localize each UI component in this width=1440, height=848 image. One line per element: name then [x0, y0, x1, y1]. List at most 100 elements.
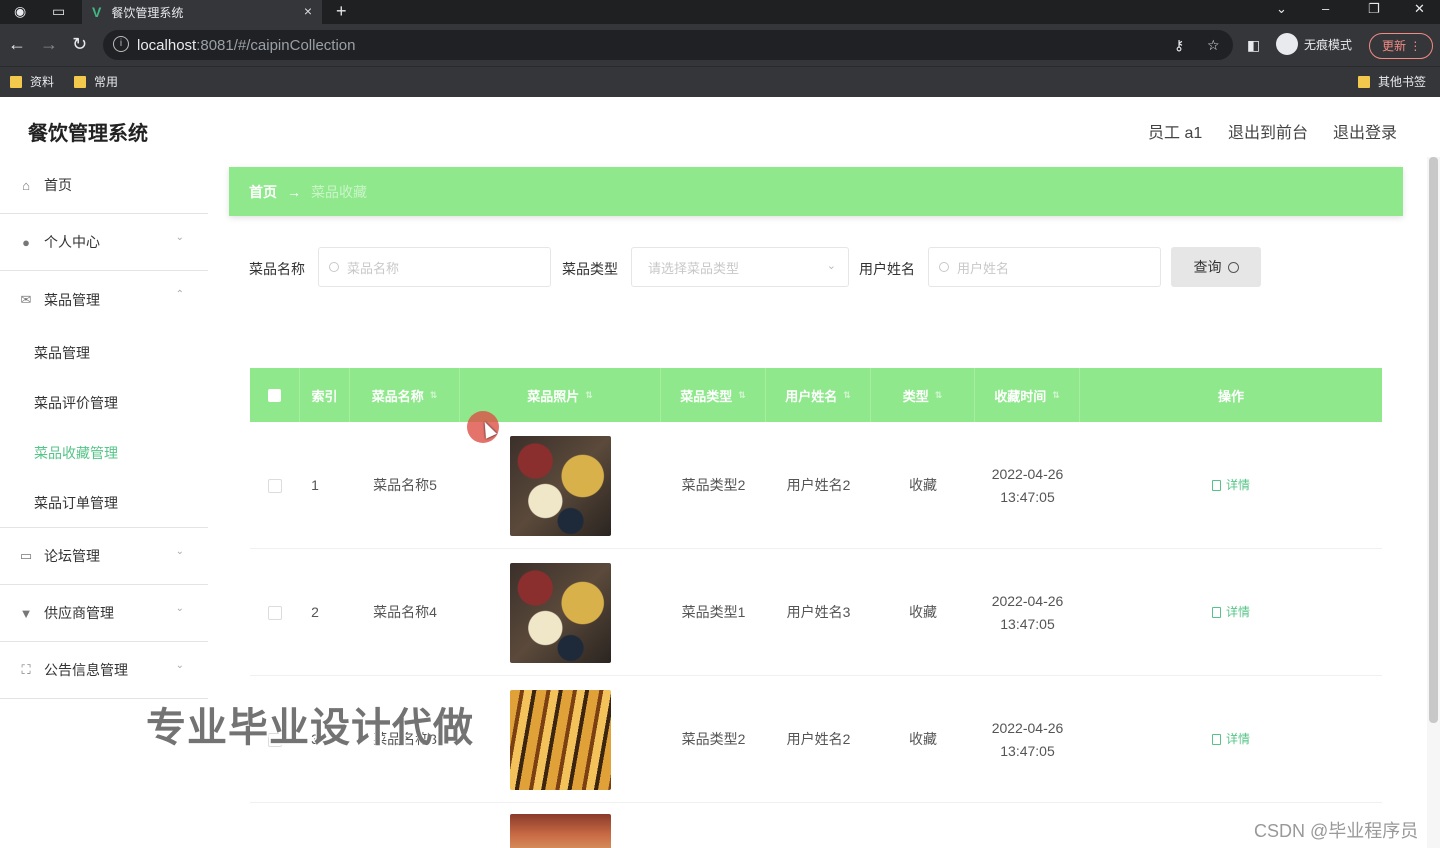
row-checkbox[interactable] [268, 605, 282, 620]
sidebar-sub-collection[interactable]: 菜品收藏管理 [0, 428, 208, 478]
forward-icon[interactable]: → [40, 35, 58, 53]
row-kind: 收藏 [909, 604, 937, 620]
col-action: 操作 [1217, 388, 1244, 404]
bookmarks-bar: 资料 常用 其他书签 [0, 66, 1440, 97]
sort-icon[interactable]: ⇅ [1052, 390, 1060, 401]
tab-title: 餐饮管理系统 [111, 5, 184, 20]
row-name: 菜品名称4 [373, 604, 437, 620]
chevron-up-icon: ⌃ [175, 289, 184, 300]
bookmark-folder-2[interactable]: 常用 [74, 73, 118, 90]
new-tab-button[interactable]: + [336, 0, 347, 22]
detail-button[interactable]: 详情 [1211, 474, 1250, 497]
home-icon: ⌂ [22, 177, 30, 193]
sidebar-item-personal[interactable]: ● 个人中心 ⌄ [0, 214, 208, 271]
type-filter-label: 菜品类型 [562, 261, 618, 277]
row-type: 菜品类型1 [681, 604, 746, 620]
scroll-thumb[interactable] [1429, 157, 1438, 723]
page: 餐饮管理系统 员工 a1 退出到前台 退出登录 ⌂ 首页 ● 个人中心 ⌄ ✉ 菜品管… [0, 97, 1440, 848]
user-filter-label: 用户姓名 [859, 261, 915, 277]
row-user: 用户姓名2 [786, 477, 851, 493]
sidebar: ⌂ 首页 ● 个人中心 ⌄ ✉ 菜品管理 ⌃ 菜品管理 菜品评价管理 菜品收藏管理 菜… [0, 157, 208, 699]
info-icon[interactable]: i [113, 36, 129, 52]
chevron-down-icon: ⌄ [175, 546, 184, 557]
reload-icon[interactable]: ↻ [72, 35, 87, 53]
row-kind: 收藏 [909, 731, 937, 747]
tab-search-icon[interactable]: ▭ [52, 3, 65, 20]
row-time: 2022-04-26 13:47:05 [991, 719, 1064, 759]
close-icon[interactable]: × [304, 3, 312, 19]
col-time[interactable]: 收藏时间 ⇅ [975, 368, 1080, 422]
checkbox[interactable] [268, 388, 281, 402]
url-field[interactable]: i localhost:8081/#/caipinCollection [103, 30, 1233, 60]
document-icon [1211, 734, 1221, 745]
type-select[interactable]: 请选择菜品类型 ⌄ [631, 247, 849, 287]
breadcrumb-home[interactable]: 首页 [249, 182, 277, 202]
sidebar-item-supplier[interactable]: ▼ 供应商管理 ⌄ [0, 585, 208, 642]
row-time: 2022-04-26 13:47:05 [991, 592, 1064, 632]
other-bookmarks[interactable]: 其他书签 [1358, 73, 1426, 90]
sidepanel-icon[interactable]: ◧ [1247, 37, 1260, 54]
search-icon [939, 262, 949, 272]
sort-icon[interactable]: ⇅ [738, 390, 746, 401]
mail-icon: ✉ [20, 291, 32, 307]
sidebar-item-notice[interactable]: ⛶ 公告信息管理 ⌄ [0, 642, 208, 699]
app-title: 餐饮管理系统 [28, 123, 148, 145]
bookmark-folder-1[interactable]: 资料 [10, 73, 54, 90]
dish-photo [510, 562, 611, 663]
search-icon [1227, 261, 1239, 273]
table-row: 2 菜品名称4 菜品类型1 用户姓名3 收藏 2022-04-26 13:47:0… [250, 549, 1382, 676]
browser-tab-strip: ◉ ▭ V 餐饮管理系统 × + ⌄ – ❐ ✕ [0, 0, 1440, 24]
sort-icon[interactable]: ⇅ [935, 390, 943, 401]
page-scrollbar[interactable] [1427, 157, 1440, 848]
col-user[interactable]: 用户姓名 ⇅ [766, 368, 871, 422]
browser-tab[interactable]: V 餐饮管理系统 × [82, 0, 322, 24]
restore-icon[interactable]: ❐ [1368, 0, 1380, 18]
row-checkbox[interactable] [268, 478, 282, 493]
detail-button[interactable]: 详情 [1211, 601, 1250, 624]
user-name: 员工 a1 [1148, 125, 1203, 142]
star-icon[interactable]: ☆ [1207, 37, 1220, 54]
name-filter-label: 菜品名称 [249, 261, 305, 277]
minimize-icon[interactable]: – [1322, 0, 1329, 18]
folder-icon [10, 75, 22, 88]
sidebar-item-home[interactable]: ⌂ 首页 [0, 157, 208, 214]
row-type: 菜品类型2 [681, 477, 746, 493]
sidebar-sub-dish[interactable]: 菜品管理 [0, 328, 208, 378]
col-type[interactable]: 菜品类型 ⇅ [661, 368, 766, 422]
sidebar-sub-order[interactable]: 菜品订单管理 [0, 478, 208, 528]
sidebar-item-dish[interactable]: ✉ 菜品管理 ⌃ [0, 271, 208, 328]
sidebar-item-forum[interactable]: ▭ 论坛管理 ⌄ [0, 528, 208, 585]
user-icon: ● [22, 234, 30, 250]
col-name[interactable]: 菜品名称 ⇅ [350, 368, 460, 422]
sidebar-sub-review[interactable]: 菜品评价管理 [0, 378, 208, 428]
watermark-text: 专业毕业设计代做 [146, 706, 474, 750]
detail-button[interactable]: 详情 [1211, 728, 1250, 751]
col-index: 索引 [300, 368, 350, 422]
incognito-indicator[interactable]: 无痕模式 [1276, 33, 1352, 55]
query-button[interactable]: 查询 [1171, 247, 1261, 287]
breadcrumb: 首页 → 菜品收藏 [229, 167, 1403, 216]
row-type: 菜品类型2 [681, 731, 746, 747]
row-index: 2 [311, 604, 319, 620]
select-all-checkbox[interactable] [250, 368, 300, 422]
chevron-down-icon: ⌄ [175, 603, 184, 614]
frame-icon: ⛶ [21, 662, 31, 677]
sort-icon[interactable]: ⇅ [430, 390, 438, 401]
chevron-down-icon[interactable]: ⌄ [1276, 0, 1287, 18]
row-kind: 收藏 [909, 477, 937, 493]
user-search-input[interactable]: 用户姓名 [928, 247, 1161, 287]
back-icon[interactable]: ← [8, 35, 26, 53]
key-icon[interactable]: ⚷ [1174, 37, 1184, 54]
update-button[interactable]: 更新 ⋮ [1369, 33, 1433, 59]
name-search-input[interactable]: 菜品名称 [318, 247, 551, 287]
col-kind[interactable]: 类型 ⇅ [871, 368, 975, 422]
logout-link[interactable]: 退出登录 [1333, 119, 1397, 143]
sort-icon[interactable]: ⇅ [585, 390, 593, 401]
globe-icon[interactable]: ◉ [14, 3, 26, 20]
folder-icon [74, 75, 86, 88]
sort-icon[interactable]: ⇅ [843, 390, 851, 401]
window-close-icon[interactable]: ✕ [1414, 0, 1425, 18]
to-front-link[interactable]: 退出到前台 [1228, 119, 1308, 143]
breadcrumb-arrow: → [287, 183, 301, 200]
table-row: 1 菜品名称5 菜品类型2 用户姓名2 收藏 2022-04-26 13:47:0… [250, 422, 1382, 549]
